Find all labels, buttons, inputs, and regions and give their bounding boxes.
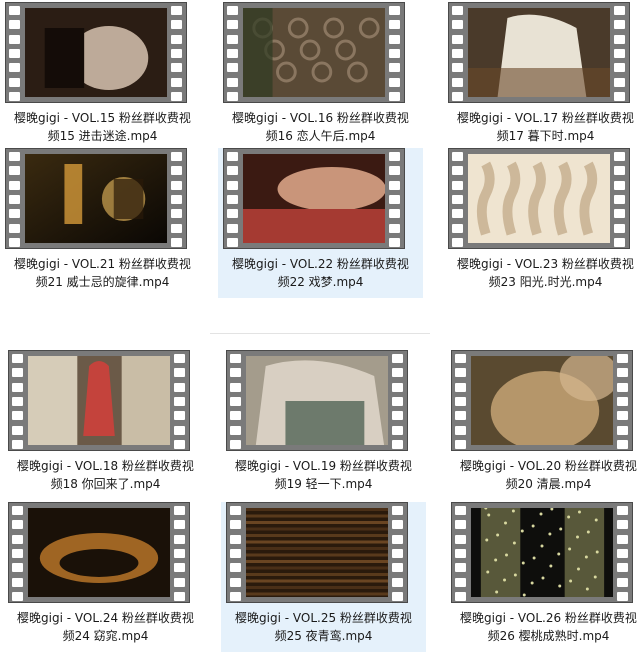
file-name-line-2: 频15 进击迷途.mp4 bbox=[47, 129, 158, 143]
film-sprockets bbox=[614, 152, 626, 247]
file-name-label: 樱晚gigi - VOL.18 粉丝群收费视 频18 你回来了.mp4 bbox=[3, 457, 208, 493]
file-name-label: 樱晚gigi - VOL.16 粉丝群收费视 频16 恋人午后.mp4 bbox=[218, 109, 423, 145]
file-name-line-2: 频20 清晨.mp4 bbox=[505, 477, 592, 491]
file-name-label: 樱晚gigi - VOL.17 粉丝群收费视 频17 暮下时.mp4 bbox=[443, 109, 641, 145]
film-sprockets bbox=[617, 354, 629, 449]
video-file-item[interactable]: 樱晚gigi - VOL.21 粉丝群收费视 频21 威士忌的旋律.mp4 bbox=[0, 148, 205, 298]
video-file-item[interactable]: 樱晚gigi - VOL.24 粉丝群收费视 频24 窈窕.mp4 bbox=[3, 502, 208, 652]
video-thumbnail bbox=[5, 148, 187, 249]
film-sprockets bbox=[227, 152, 239, 247]
file-name-line-2: 频25 夜青鸾.mp4 bbox=[274, 629, 373, 643]
video-thumbnail bbox=[223, 2, 405, 103]
video-frame-image bbox=[246, 356, 388, 445]
file-name-line-1: 樱晚gigi - VOL.25 粉丝群收费视 bbox=[235, 611, 412, 625]
file-name-label: 樱晚gigi - VOL.26 粉丝群收费视 频26 樱桃成熟时.mp4 bbox=[446, 609, 641, 645]
file-name-line-1: 樱晚gigi - VOL.15 粉丝群收费视 bbox=[14, 111, 191, 125]
video-thumbnail bbox=[8, 350, 190, 451]
file-name-line-1: 樱晚gigi - VOL.23 粉丝群收费视 bbox=[457, 257, 634, 271]
film-sprockets bbox=[389, 6, 401, 101]
video-frame-image bbox=[471, 508, 613, 597]
file-name-line-1: 樱晚gigi - VOL.16 粉丝群收费视 bbox=[232, 111, 409, 125]
film-sprockets bbox=[455, 506, 467, 601]
film-sprockets bbox=[227, 6, 239, 101]
film-sprockets bbox=[174, 506, 186, 601]
film-sprockets bbox=[230, 506, 242, 601]
file-name-line-1: 樱晚gigi - VOL.20 粉丝群收费视 bbox=[460, 459, 637, 473]
film-sprockets bbox=[455, 354, 467, 449]
video-file-item[interactable]: 樱晚gigi - VOL.17 粉丝群收费视 频17 暮下时.mp4 bbox=[443, 2, 641, 152]
video-frame-image bbox=[468, 8, 610, 97]
file-name-line-1: 樱晚gigi - VOL.19 粉丝群收费视 bbox=[235, 459, 412, 473]
file-name-label: 樱晚gigi - VOL.20 粉丝群收费视 频20 清晨.mp4 bbox=[446, 457, 641, 493]
video-thumbnail bbox=[451, 502, 633, 603]
file-name-line-2: 频23 阳光.时光.mp4 bbox=[488, 275, 603, 289]
file-name-line-2: 频26 樱桃成熟时.mp4 bbox=[487, 629, 610, 643]
video-file-item[interactable]: 樱晚gigi - VOL.18 粉丝群收费视 频18 你回来了.mp4 bbox=[3, 350, 208, 500]
video-frame-image bbox=[28, 508, 170, 597]
video-file-item[interactable]: 樱晚gigi - VOL.16 粉丝群收费视 频16 恋人午后.mp4 bbox=[218, 2, 423, 152]
video-frame-image bbox=[243, 8, 385, 97]
film-sprockets bbox=[452, 6, 464, 101]
video-thumbnail bbox=[451, 350, 633, 451]
video-frame-image bbox=[468, 154, 610, 243]
file-name-line-2: 频22 戏梦.mp4 bbox=[277, 275, 364, 289]
film-sprockets bbox=[392, 354, 404, 449]
video-thumbnail bbox=[8, 502, 190, 603]
file-name-line-1: 樱晚gigi - VOL.26 粉丝群收费视 bbox=[460, 611, 637, 625]
video-frame-image bbox=[471, 356, 613, 445]
video-frame-image bbox=[25, 154, 167, 243]
video-thumbnail bbox=[226, 350, 408, 451]
film-sprockets bbox=[12, 354, 24, 449]
film-sprockets bbox=[230, 354, 242, 449]
video-file-item[interactable]: 樱晚gigi - VOL.25 粉丝群收费视 频25 夜青鸾.mp4 bbox=[221, 502, 426, 652]
film-sprockets bbox=[614, 6, 626, 101]
video-frame-image bbox=[246, 508, 388, 597]
film-sprockets bbox=[389, 152, 401, 247]
video-file-item[interactable]: 樱晚gigi - VOL.23 粉丝群收费视 频23 阳光.时光.mp4 bbox=[443, 148, 641, 298]
film-sprockets bbox=[171, 152, 183, 247]
file-name-label: 樱晚gigi - VOL.15 粉丝群收费视 频15 进击迷途.mp4 bbox=[0, 109, 205, 145]
group-divider bbox=[210, 333, 430, 334]
video-thumbnail bbox=[448, 2, 630, 103]
film-sprockets bbox=[9, 6, 21, 101]
video-frame-image bbox=[25, 8, 167, 97]
file-name-line-1: 樱晚gigi - VOL.22 粉丝群收费视 bbox=[232, 257, 409, 271]
video-thumbnail bbox=[223, 148, 405, 249]
file-name-line-1: 樱晚gigi - VOL.21 粉丝群收费视 bbox=[14, 257, 191, 271]
file-name-line-2: 频17 暮下时.mp4 bbox=[496, 129, 595, 143]
file-name-label: 樱晚gigi - VOL.25 粉丝群收费视 频25 夜青鸾.mp4 bbox=[221, 609, 426, 645]
video-thumbnail bbox=[226, 502, 408, 603]
file-name-label: 樱晚gigi - VOL.23 粉丝群收费视 频23 阳光.时光.mp4 bbox=[443, 255, 641, 291]
film-sprockets bbox=[617, 506, 629, 601]
video-frame-image bbox=[28, 356, 170, 445]
file-name-line-2: 频16 恋人午后.mp4 bbox=[265, 129, 376, 143]
file-name-line-2: 频18 你回来了.mp4 bbox=[50, 477, 161, 491]
video-file-item[interactable]: 樱晚gigi - VOL.26 粉丝群收费视 频26 樱桃成熟时.mp4 bbox=[446, 502, 641, 652]
video-file-item[interactable]: 樱晚gigi - VOL.19 粉丝群收费视 频19 轻一下.mp4 bbox=[221, 350, 426, 500]
file-name-line-2: 频24 窈窕.mp4 bbox=[62, 629, 149, 643]
video-thumbnail bbox=[5, 2, 187, 103]
video-thumbnail bbox=[448, 148, 630, 249]
file-name-line-1: 樱晚gigi - VOL.17 粉丝群收费视 bbox=[457, 111, 634, 125]
file-name-label: 樱晚gigi - VOL.22 粉丝群收费视 频22 戏梦.mp4 bbox=[218, 255, 423, 291]
file-name-label: 樱晚gigi - VOL.24 粉丝群收费视 频24 窈窕.mp4 bbox=[3, 609, 208, 645]
video-frame-image bbox=[243, 154, 385, 243]
video-file-item[interactable]: 樱晚gigi - VOL.15 粉丝群收费视 频15 进击迷途.mp4 bbox=[0, 2, 205, 152]
file-name-line-1: 樱晚gigi - VOL.18 粉丝群收费视 bbox=[17, 459, 194, 473]
file-name-line-2: 频19 轻一下.mp4 bbox=[274, 477, 373, 491]
file-name-line-1: 樱晚gigi - VOL.24 粉丝群收费视 bbox=[17, 611, 194, 625]
film-sprockets bbox=[392, 506, 404, 601]
file-name-line-2: 频21 威士忌的旋律.mp4 bbox=[35, 275, 170, 289]
film-sprockets bbox=[171, 6, 183, 101]
file-name-label: 樱晚gigi - VOL.21 粉丝群收费视 频21 威士忌的旋律.mp4 bbox=[0, 255, 205, 291]
file-name-label: 樱晚gigi - VOL.19 粉丝群收费视 频19 轻一下.mp4 bbox=[221, 457, 426, 493]
video-file-item[interactable]: 樱晚gigi - VOL.22 粉丝群收费视 频22 戏梦.mp4 bbox=[218, 148, 423, 298]
film-sprockets bbox=[174, 354, 186, 449]
film-sprockets bbox=[452, 152, 464, 247]
film-sprockets bbox=[12, 506, 24, 601]
video-file-item[interactable]: 樱晚gigi - VOL.20 粉丝群收费视 频20 清晨.mp4 bbox=[446, 350, 641, 500]
film-sprockets bbox=[9, 152, 21, 247]
